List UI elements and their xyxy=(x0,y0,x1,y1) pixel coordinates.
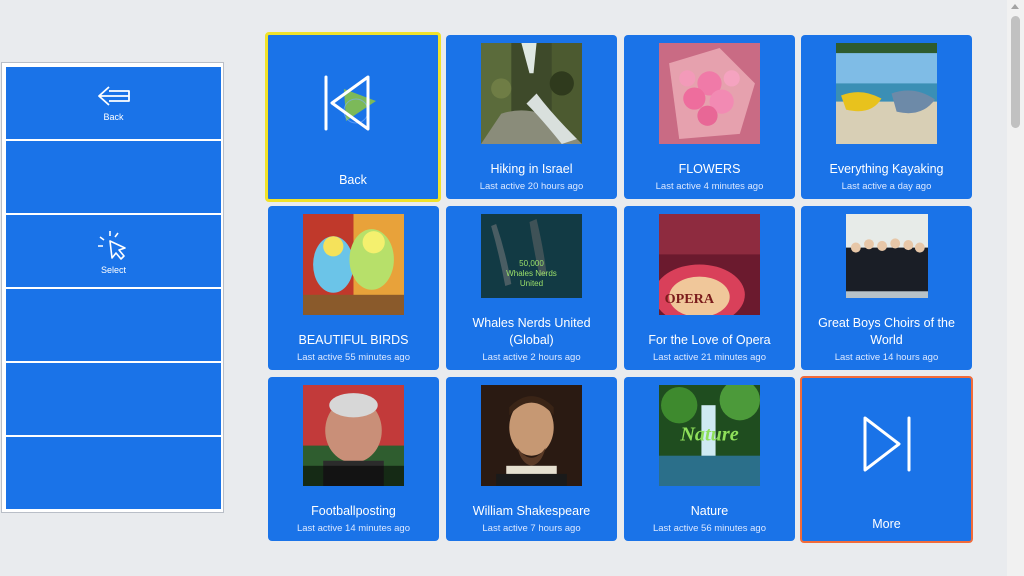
group-last-active: Last active 4 minutes ago xyxy=(655,181,764,192)
group-name: Footballposting xyxy=(311,504,396,518)
skip-back-icon xyxy=(324,75,376,131)
group-name: Whales Nerds United (Global) xyxy=(472,316,591,347)
thumb-text: Nature xyxy=(679,424,738,446)
group-tile[interactable]: Hiking in Israel Last active 20 hours ag… xyxy=(446,35,617,199)
group-last-active: Last active 2 hours ago xyxy=(482,352,581,363)
group-last-active: Last active a day ago xyxy=(841,181,932,192)
group-name: FLOWERS xyxy=(678,162,741,176)
back-tile-label: Back xyxy=(339,173,367,187)
arrow-left-icon xyxy=(97,86,130,106)
group-thumbnail: OPERA xyxy=(659,214,760,315)
group-thumbnail xyxy=(846,214,928,298)
group-last-active: Last active 14 hours ago xyxy=(834,352,939,363)
group-thumbnail xyxy=(836,43,937,144)
more-tile[interactable]: More xyxy=(800,376,973,543)
pointer-click-icon xyxy=(97,231,126,260)
sidebar-back-label: Back xyxy=(103,112,124,122)
control-panel: Back Select xyxy=(1,62,224,513)
back-tile[interactable]: Back xyxy=(265,32,441,202)
group-thumbnail xyxy=(481,43,582,144)
sidebar-empty-button-3[interactable] xyxy=(6,363,221,435)
group-name: Everything Kayaking xyxy=(829,162,944,176)
group-name: William Shakespeare xyxy=(472,504,591,518)
group-thumbnail xyxy=(303,214,404,315)
thumb-text: Whales Nerds xyxy=(506,269,557,278)
vertical-scrollbar[interactable] xyxy=(1007,0,1024,576)
group-name: For the Love of Opera xyxy=(648,333,771,347)
group-tile[interactable]: BEAUTIFUL BIRDS Last active 55 minutes a… xyxy=(268,206,439,370)
group-tile[interactable]: 50,000 Whales Nerds United Whales Nerds … xyxy=(446,206,617,370)
group-last-active: Last active 20 hours ago xyxy=(479,181,584,192)
group-name: Great Boys Choirs of the World xyxy=(818,316,955,347)
sidebar-empty-button-1[interactable] xyxy=(6,141,221,213)
group-tile[interactable]: OPERA For the Love of Opera Last active … xyxy=(624,206,795,370)
skip-forward-icon xyxy=(863,416,910,472)
group-last-active: Last active 14 minutes ago xyxy=(296,523,410,534)
group-tile[interactable]: FLOWERS Last active 4 minutes ago xyxy=(624,35,795,199)
group-tile[interactable]: Nature Nature Last active 56 minutes ago xyxy=(624,377,795,541)
group-thumbnail xyxy=(303,385,404,486)
group-name: Nature xyxy=(690,504,729,518)
group-last-active: Last active 21 minutes ago xyxy=(652,352,766,363)
group-name: BEAUTIFUL BIRDS xyxy=(298,333,409,347)
sidebar-back-button[interactable]: Back xyxy=(6,67,221,139)
sidebar-empty-button-2[interactable] xyxy=(6,289,221,361)
scrollbar-thumb[interactable] xyxy=(1011,16,1020,128)
scroll-up-icon[interactable] xyxy=(1011,4,1019,9)
sidebar-select-button[interactable]: Select xyxy=(6,215,221,287)
more-tile-label: More xyxy=(872,517,901,531)
thumb-text: 50,000 xyxy=(519,259,544,268)
group-name: Hiking in Israel xyxy=(490,162,573,176)
group-last-active: Last active 55 minutes ago xyxy=(296,352,410,363)
group-thumbnail xyxy=(481,385,582,486)
thumb-text: United xyxy=(520,279,543,288)
group-tile[interactable]: Footballposting Last active 14 minutes a… xyxy=(268,377,439,541)
group-last-active: Last active 56 minutes ago xyxy=(652,523,766,534)
group-thumbnail: Nature xyxy=(659,385,760,486)
group-tile[interactable]: Everything Kayaking Last active a day ag… xyxy=(801,35,972,199)
sidebar-empty-button-4[interactable] xyxy=(6,437,221,509)
group-thumbnail: 50,000 Whales Nerds United xyxy=(481,214,582,298)
group-last-active: Last active 7 hours ago xyxy=(482,523,581,534)
group-thumbnail xyxy=(659,43,760,144)
group-tile[interactable]: Great Boys Choirs of the World Last acti… xyxy=(801,206,972,370)
sidebar-select-label: Select xyxy=(100,265,126,275)
thumb-text: OPERA xyxy=(665,291,715,307)
group-tile[interactable]: William Shakespeare Last active 7 hours … xyxy=(446,377,617,541)
